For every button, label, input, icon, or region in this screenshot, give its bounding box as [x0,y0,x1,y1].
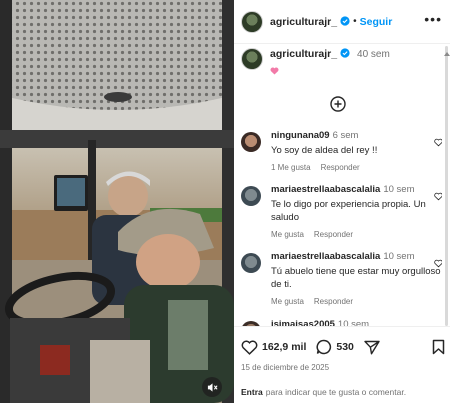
share-send-icon[interactable] [364,340,380,355]
load-more-comments-icon[interactable] [330,96,346,112]
pink-heart-emoji-icon [270,67,279,75]
caption-username[interactable]: agriculturajr_ [270,48,350,60]
comment-like-heart-icon[interactable] [434,138,442,147]
reply-button[interactable]: Responder [321,163,360,172]
login-link[interactable]: Entra [241,387,263,397]
post-caption: agriculturajr_ 40 sem [241,48,441,80]
commenter-avatar[interactable] [241,132,261,152]
comment-time: 10 sem [383,251,415,262]
video-frame-illustration [0,0,234,403]
commenter-avatar[interactable] [241,186,261,206]
comment-like-heart-icon[interactable] [434,259,442,268]
save-bookmark-icon[interactable] [432,339,445,355]
comment-likes-count[interactable]: 1 Me gusta [271,163,311,172]
comment-time: 10 sem [383,184,415,195]
login-prompt-text: para indicar que te gusta o comentar. [265,387,407,397]
login-prompt: Entra para indicar que te gusta o comenta… [241,387,406,397]
comment-time: 6 sem [332,130,359,141]
author-username[interactable]: agriculturajr_ [270,16,350,28]
post-sidebar: agriculturajr_ • Seguir ••• agriculturaj… [234,0,450,403]
author-avatar[interactable] [241,10,263,33]
post-header: agriculturajr_ • Seguir ••• [234,0,450,44]
comment-text: Tú abuelo tiene que estar muy orgulloso … [271,266,441,290]
verified-badge-icon [340,15,350,26]
comment-bubble-icon[interactable] [316,339,332,355]
comments-scrollbar[interactable] [445,46,448,326]
likes-count[interactable]: 162,9 mil [262,341,306,353]
comment-username[interactable]: ningunana09 [271,130,330,141]
post-actions: 162,9 mil 530 15 de diciembre de 2025 En… [234,326,450,403]
mute-button[interactable] [202,377,222,397]
comment-item: mariaestrellaabascalalia 10 sem Te lo dig… [241,184,442,239]
verified-badge-icon [340,48,350,58]
comment-text: Te lo digo por experiencia propia. Un sa… [271,199,426,223]
comments-count[interactable]: 530 [336,341,354,353]
follow-button[interactable]: Seguir [360,16,393,28]
like-comment-button[interactable]: Me gusta [271,230,304,239]
comment-item: ningunana09 6 sem Yo soy de aldea del rey… [241,130,442,172]
like-heart-icon[interactable] [241,340,258,355]
reply-button[interactable]: Responder [314,230,353,239]
like-comment-button[interactable]: Me gusta [271,297,304,306]
caption-emoji [270,62,390,80]
post-date: 15 de diciembre de 2025 [241,363,330,372]
more-options-icon[interactable]: ••• [424,12,442,26]
reply-button[interactable]: Responder [314,297,353,306]
caption-avatar[interactable] [241,48,263,70]
scroll-up-arrow-icon[interactable] [444,52,450,56]
separator-dot: • [353,16,357,27]
post-video[interactable] [0,0,234,403]
comment-like-heart-icon[interactable] [434,192,442,201]
volume-off-icon [207,382,218,392]
commenter-avatar[interactable] [241,253,261,273]
comment-text: Yo soy de aldea del rey !! [271,145,378,156]
caption-time: 40 sem [357,49,390,60]
comment-item: mariaestrellaabascalalia 10 sem Tú abuelo… [241,251,442,306]
comment-username[interactable]: mariaestrellaabascalalia [271,251,380,262]
comments-list: ningunana09 6 sem Yo soy de aldea del rey… [234,127,442,327]
comment-username[interactable]: mariaestrellaabascalalia [271,184,380,195]
